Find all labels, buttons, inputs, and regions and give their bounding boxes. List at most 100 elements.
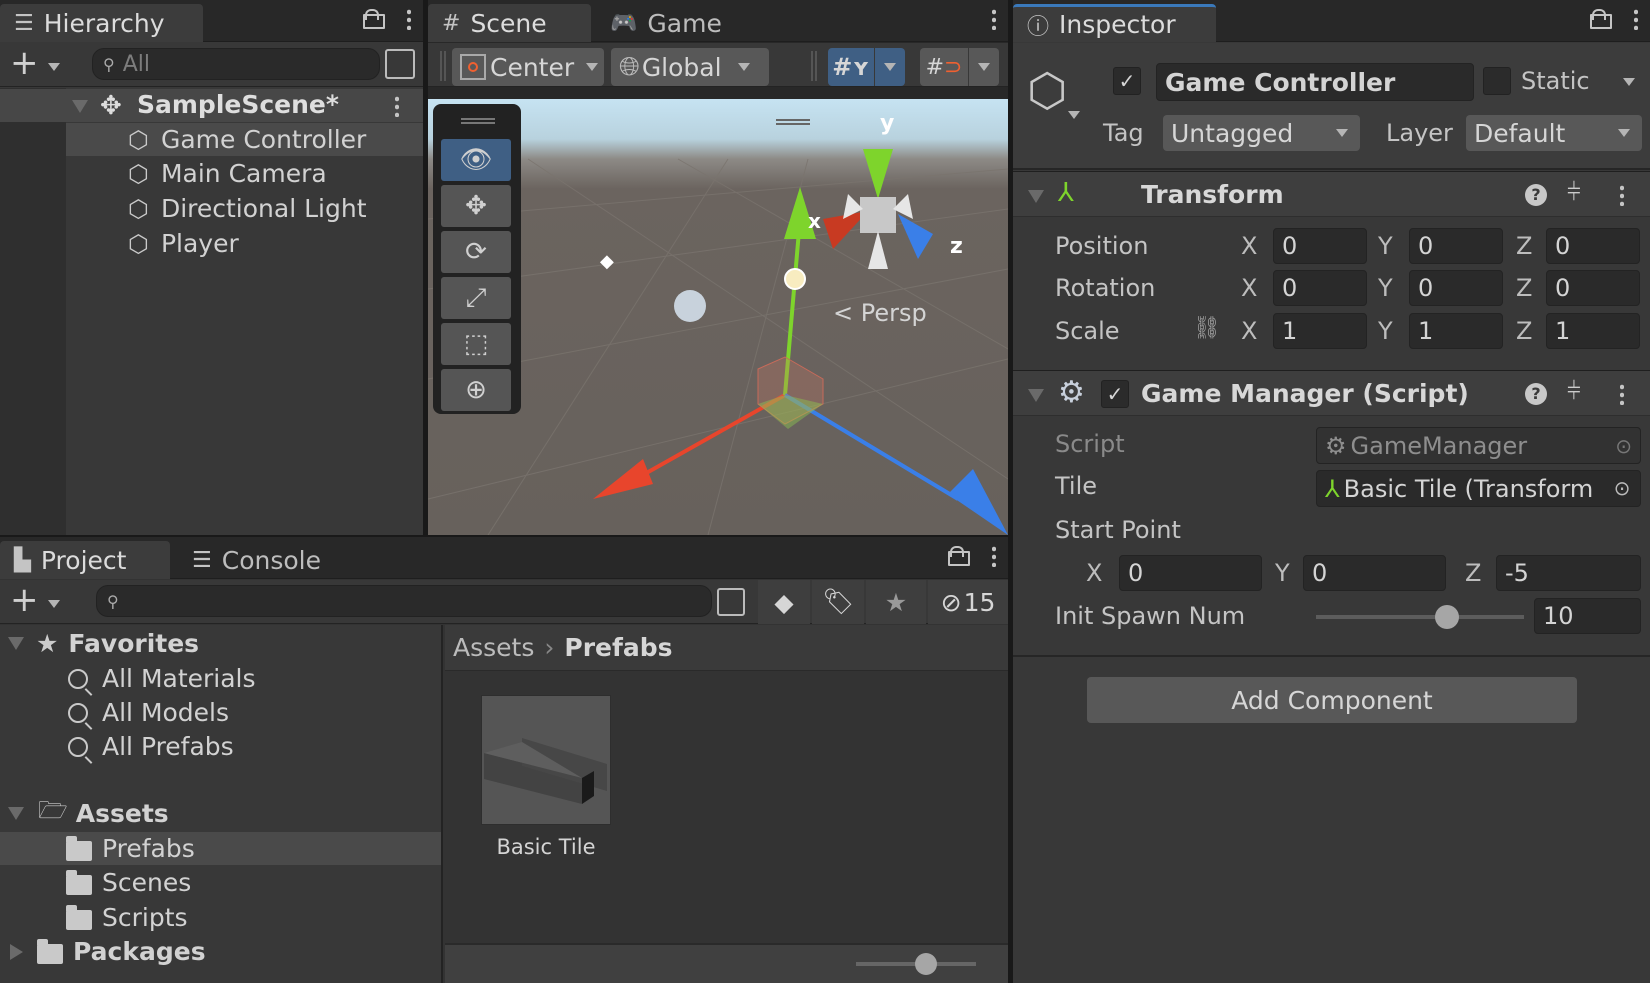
collapse-icon[interactable] [1028,190,1044,203]
add-component-button[interactable]: Add Component [1087,677,1577,723]
init-spawn-slider[interactable] [1316,605,1524,629]
favorites-header[interactable]: ★ Favorites [0,627,441,660]
pivot-rotation-dropdown[interactable]: 🌐︎ Global [611,48,769,86]
scale-x-input[interactable]: 1 [1273,313,1367,349]
scene-viewport[interactable]: 👁︎ ✥ ⟳ ⤢ ⬚ ⊕ ◆ x y z < Persp [428,99,1008,535]
hidden-packages-button[interactable]: ⊘ 15 [928,580,1008,624]
expand-icon[interactable] [8,807,24,820]
snap-options-dropdown[interactable] [969,48,999,86]
create-dropdown-icon[interactable] [48,63,60,71]
tab-project[interactable]: ▙ Project [0,541,170,579]
hierarchy-item[interactable]: ⬡ Main Camera [66,157,423,190]
unity-scene-icon: ✥ [100,91,122,121]
assets-folder-item[interactable]: Prefabs [0,832,441,865]
start-point-z-input[interactable]: -5 [1496,555,1641,591]
position-y-input[interactable]: 0 [1409,228,1503,264]
filter-by-type-button[interactable]: ◆ [758,580,810,624]
rotation-z-input[interactable]: 0 [1546,270,1640,306]
object-name-input[interactable]: Game Controller [1156,63,1474,101]
hierarchy-item[interactable]: ⬡ Game Controller [66,123,423,156]
rotation-y-input[interactable]: 0 [1409,270,1503,306]
presets-icon[interactable]: ⫩ [1567,178,1581,206]
init-spawn-input[interactable]: 10 [1534,598,1641,634]
more-menu-icon[interactable] [407,8,411,30]
favorites-button[interactable]: ★ [866,580,926,624]
project-search-input[interactable]: ⚲ [96,585,712,617]
tab-hierarchy[interactable]: ☰ Hierarchy [0,4,203,42]
help-icon[interactable]: ? [1525,383,1547,405]
scale-z-input[interactable]: 1 [1546,313,1640,349]
hierarchy-item[interactable]: ⬡ Player [66,227,423,260]
assets-folder-item[interactable]: Scenes [0,866,441,899]
increment-snap-toggle[interactable]: #⊃ [920,48,968,86]
scene-header-row[interactable]: ✥ SampleScene* [0,89,423,122]
pivot-mode-dropdown[interactable]: Center [452,48,604,86]
packages-header[interactable]: Packages [0,935,441,968]
expand-icon[interactable] [72,100,88,113]
assets-folder-item[interactable]: Scripts [0,901,441,934]
constrain-proportions-icon[interactable]: ⛓︎ [1193,316,1221,341]
collapsed-icon[interactable] [10,943,23,960]
grid-options-dropdown[interactable] [875,48,905,86]
chevron-down-icon [586,63,599,71]
create-plus-button[interactable]: + [10,583,39,617]
game-manager-header[interactable]: ⚙ ✓ Game Manager (Script) ? ⫩ [1013,370,1650,416]
hierarchy-item[interactable]: ⬡ Directional Light [66,192,423,225]
gameobject-icon[interactable]: ⬡ [1027,63,1067,117]
more-menu-icon[interactable] [992,8,996,30]
tab-game[interactable]: 🎮 Game [596,4,736,42]
tag-dropdown[interactable]: Untagged [1163,115,1360,151]
collapse-icon[interactable] [1028,389,1044,402]
layer-dropdown[interactable]: Default [1466,115,1642,151]
tab-inspector[interactable]: ⓘ Inspector [1013,4,1216,42]
search-popout-icon[interactable] [385,49,415,79]
rotation-x-input[interactable]: 0 [1273,270,1367,306]
breadcrumb-assets[interactable]: Assets [453,633,534,662]
favorites-item[interactable]: All Prefabs [0,730,441,763]
asset-item[interactable]: Basic Tile [481,695,611,859]
component-menu-icon[interactable] [1620,383,1624,405]
globe-icon: 🌐︎ [619,51,640,82]
start-point-y-input[interactable]: 0 [1303,555,1446,591]
tab-scene[interactable]: # Scene [428,4,591,42]
active-checkbox[interactable]: ✓ [1113,67,1141,95]
start-point-x-input[interactable]: 0 [1119,555,1262,591]
thumbnail-size-slider[interactable] [856,953,976,975]
expand-icon[interactable] [8,637,24,650]
transform-header[interactable]: ⅄ Transform ? ⫩ [1013,171,1650,217]
search-popout-icon[interactable] [717,588,745,616]
component-enabled-checkbox[interactable]: ✓ [1101,380,1129,408]
static-dropdown[interactable] [1623,78,1635,86]
more-menu-icon[interactable] [1634,8,1638,30]
tile-object-field[interactable]: ⅄ Basic Tile (Transform ⊙ [1316,470,1641,507]
position-x-input[interactable]: 0 [1273,228,1367,264]
component-menu-icon[interactable] [1620,184,1624,206]
presets-icon[interactable]: ⫩ [1567,377,1581,405]
favorites-item[interactable]: All Models [0,696,441,729]
assets-header[interactable]: 🗁︎ Assets [0,796,441,830]
more-menu-icon[interactable] [992,545,996,567]
slider-knob[interactable] [914,953,937,975]
orientation-gizmo[interactable] [808,119,948,279]
help-icon[interactable]: ? [1525,184,1547,206]
breadcrumb: Assets › Prefabs [445,625,1008,671]
scale-y-input[interactable]: 1 [1409,313,1503,349]
lock-icon[interactable] [363,9,385,29]
tab-console[interactable]: ☰ Console [178,541,335,579]
slider-knob[interactable] [1435,605,1460,629]
hierarchy-search-input[interactable]: ⚲ All [92,48,380,80]
create-plus-button[interactable]: + [10,46,39,80]
filter-by-label-button[interactable]: 🏷︎ [812,580,864,624]
projection-toggle[interactable]: < Persp [833,299,927,327]
lock-icon[interactable] [948,546,970,566]
position-z-input[interactable]: 0 [1546,228,1640,264]
lock-icon[interactable] [1590,9,1612,29]
favorites-item[interactable]: All Materials [0,662,441,695]
icon-dropdown[interactable] [1068,111,1080,119]
breadcrumb-prefabs[interactable]: Prefabs [564,633,672,662]
static-checkbox[interactable] [1483,67,1511,95]
grid-snap-toggle[interactable]: #ʏ [828,48,874,86]
scene-menu-icon[interactable] [395,95,399,117]
create-dropdown-icon[interactable] [48,600,60,608]
object-picker-icon[interactable]: ⊙ [1604,471,1640,506]
